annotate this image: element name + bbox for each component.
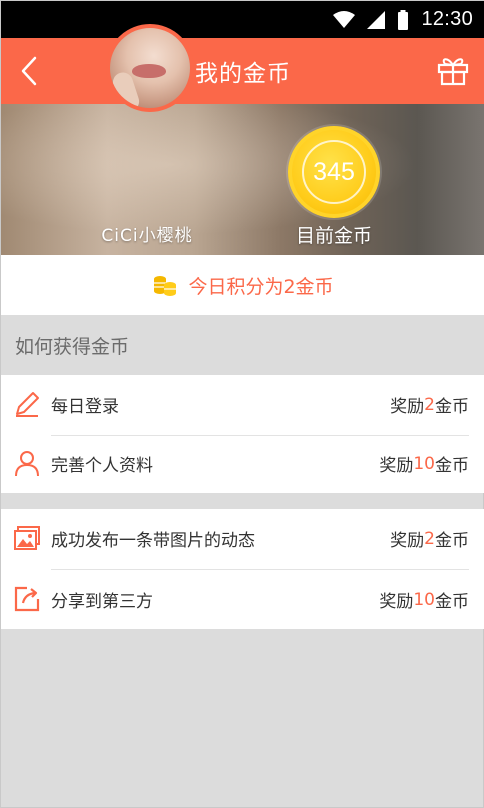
task-row-complete-profile[interactable]: 完善个人资料 奖励 10 金币 xyxy=(1,434,484,493)
battery-icon xyxy=(398,9,409,30)
task-list-group-1: 每日登录 奖励 2 金币 完善个人资料 奖励 10 金币 xyxy=(1,375,484,493)
task-label: 完善个人资料 xyxy=(51,456,153,476)
section-title: 如何获得金币 xyxy=(1,315,484,375)
task-reward: 奖励 2 金币 xyxy=(390,394,469,418)
person-icon xyxy=(13,449,41,477)
task-reward: 奖励 2 金币 xyxy=(390,528,469,552)
task-row-share-third-party[interactable]: 分享到第三方 奖励 10 金币 xyxy=(1,570,484,629)
coin-balance-label: 目前金币 xyxy=(295,225,372,247)
status-bar: 12:30 xyxy=(1,1,484,38)
page-title: 我的金币 xyxy=(195,61,291,87)
status-time: 12:30 xyxy=(421,8,473,30)
signal-icon xyxy=(367,10,386,29)
task-row-post-with-image[interactable]: 成功发布一条带图片的动态 奖励 2 金币 xyxy=(1,509,484,568)
today-score-text: 今日积分为2金币 xyxy=(188,275,334,298)
task-label: 每日登录 xyxy=(51,397,119,417)
profile-banner xyxy=(1,104,484,255)
task-reward: 奖励 10 金币 xyxy=(379,589,469,613)
task-reward: 奖励 10 金币 xyxy=(379,453,469,477)
coin-balance: 345 xyxy=(302,140,366,204)
coin-balance-badge: 345 xyxy=(288,126,380,218)
coins-stack-icon xyxy=(154,276,177,296)
task-row-daily-login[interactable]: 每日登录 奖励 2 金币 xyxy=(1,375,484,434)
username: CiCi小樱桃 xyxy=(101,226,193,246)
task-list-group-2: 成功发布一条带图片的动态 奖励 2 金币 分享到第三方 奖励 10 金币 xyxy=(1,509,484,629)
task-label: 分享到第三方 xyxy=(51,592,153,612)
avatar[interactable] xyxy=(106,24,194,112)
gift-icon xyxy=(437,58,469,86)
wifi-icon xyxy=(333,10,356,28)
app-header: 我的金币 xyxy=(1,38,484,104)
image-icon xyxy=(13,524,41,552)
share-icon xyxy=(13,585,41,613)
today-score-bar: 今日积分为2金币 xyxy=(1,255,484,315)
pencil-icon xyxy=(13,390,41,418)
gift-button[interactable] xyxy=(435,52,471,88)
task-label: 成功发布一条带图片的动态 xyxy=(51,531,255,551)
